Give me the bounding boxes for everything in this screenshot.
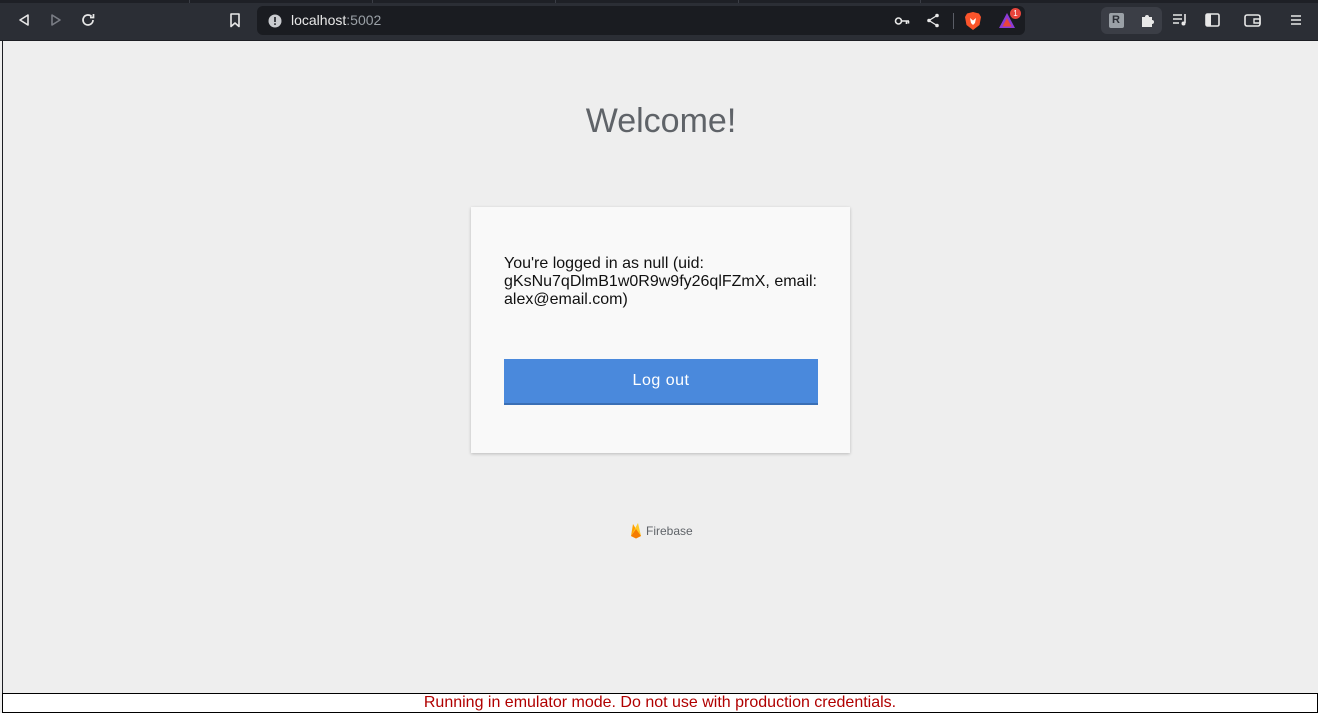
menu-button[interactable]: [1285, 9, 1307, 31]
sidebar-button[interactable]: [1201, 9, 1223, 31]
extensions-button[interactable]: [1137, 9, 1159, 31]
firebase-label: Firebase: [646, 523, 693, 538]
emulator-warning-banner: Running in emulator mode. Do not use wit…: [2, 693, 1318, 713]
extension-r-icon: R: [1108, 12, 1124, 28]
forward-button[interactable]: [45, 9, 67, 31]
logout-button[interactable]: Log out: [504, 359, 818, 405]
page-content: Welcome! You're logged in as null (uid: …: [2, 41, 1318, 693]
info-icon: [268, 14, 282, 28]
omnibox-divider: [953, 13, 954, 29]
extension-r-button[interactable]: R: [1105, 9, 1127, 31]
auth-card: You're logged in as null (uid: gKsNu7qDl…: [471, 207, 850, 453]
url-host: localhost: [291, 12, 347, 28]
hamburger-icon: [1291, 15, 1301, 25]
share-icon[interactable]: [926, 13, 940, 28]
reload-icon: [82, 14, 95, 26]
bookmark-icon: [230, 12, 240, 27]
tab-strip: [0, 0, 1318, 3]
browser-toolbar: localhost:5002 1 R: [0, 0, 1318, 41]
brave-shields-icon[interactable]: [964, 11, 982, 31]
url-port: :5002: [346, 12, 382, 28]
url-text: localhost:5002: [291, 12, 381, 28]
wallet-icon: [1243, 14, 1261, 27]
sidebar-icon: [1204, 13, 1220, 27]
login-status-text: You're logged in as null (uid: gKsNu7qDl…: [504, 255, 817, 308]
back-button[interactable]: [13, 9, 35, 31]
page-title: Welcome!: [585, 102, 737, 140]
bookmark-button[interactable]: [224, 9, 246, 31]
forward-icon: [51, 14, 61, 26]
reload-button[interactable]: [77, 9, 99, 31]
playlist-icon: [1173, 14, 1186, 26]
rewards-badge: 1: [1010, 8, 1021, 19]
puzzle-icon: [1142, 15, 1154, 27]
back-icon: [19, 14, 29, 26]
playlist-button[interactable]: [1169, 9, 1191, 31]
rewards-button[interactable]: 1: [998, 8, 1021, 29]
firebase-logo: Firebase: [629, 522, 693, 539]
key-icon[interactable]: [894, 14, 910, 28]
address-bar[interactable]: localhost:5002 1: [257, 6, 1025, 35]
firebase-flame-icon: [631, 523, 641, 539]
wallet-button[interactable]: [1241, 9, 1263, 31]
